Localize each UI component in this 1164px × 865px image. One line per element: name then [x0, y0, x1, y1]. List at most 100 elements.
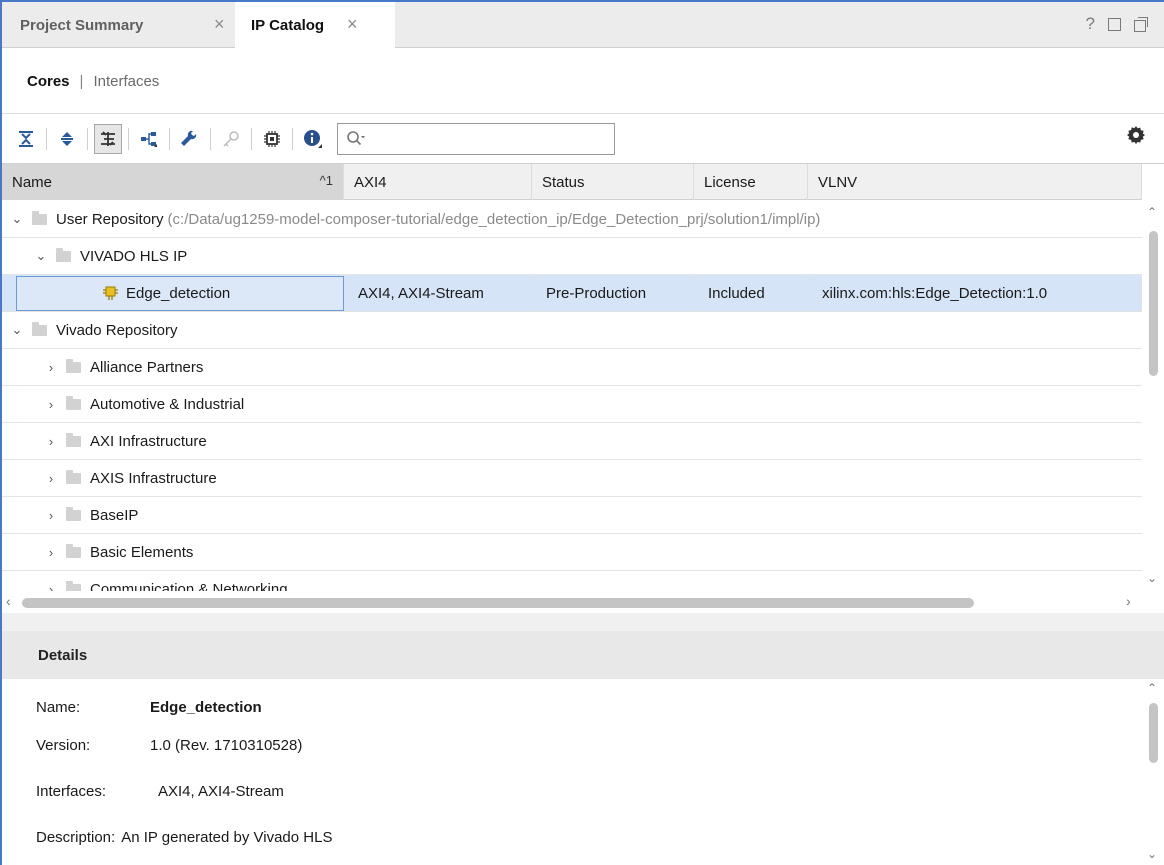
scroll-up-icon[interactable]: ⌃: [1147, 681, 1157, 695]
close-icon[interactable]: ×: [347, 14, 358, 35]
tab-ip-catalog-label: IP Catalog: [251, 17, 325, 34]
maximize-icon[interactable]: [1108, 17, 1121, 31]
detail-interfaces-value: AXI4, AXI4-Stream: [158, 783, 284, 800]
chevron-right-icon[interactable]: ›: [44, 508, 58, 523]
detail-name-label: Name:: [36, 699, 81, 716]
ip-status-value: Pre-Production: [546, 284, 647, 302]
tree-row-vivado-hls-ip[interactable]: ⌄ VIVADO HLS IP: [2, 238, 1142, 275]
toolbar-divider: [46, 127, 47, 150]
close-icon[interactable]: ×: [214, 14, 225, 35]
toolbar-divider: [87, 127, 88, 150]
toolbar: [2, 113, 1164, 163]
panel-divider[interactable]: [2, 613, 1164, 631]
gear-icon[interactable]: [1126, 125, 1146, 150]
collapse-all-icon[interactable]: [12, 124, 40, 154]
chevron-down-icon[interactable]: ⌄: [10, 211, 24, 227]
toolbar-divider: [210, 127, 211, 150]
tree-row-category[interactable]: › AXI Infrastructure: [2, 423, 1142, 460]
tree-row-category[interactable]: › AXIS Infrastructure: [2, 460, 1142, 497]
scroll-down-icon[interactable]: ⌄: [1147, 571, 1157, 585]
chevron-down-icon[interactable]: ⌄: [34, 248, 48, 264]
chevron-right-icon[interactable]: ›: [44, 434, 58, 449]
chevron-right-icon[interactable]: ›: [44, 545, 58, 560]
details-header: Details: [2, 631, 1164, 679]
ip-license-cell: Included: [694, 275, 808, 311]
search-field[interactable]: [372, 127, 608, 150]
toolbar-divider: [251, 127, 252, 150]
window-controls: ?: [1086, 14, 1148, 34]
user-repository-label: User Repository: [56, 210, 164, 228]
category-label: Alliance Partners: [90, 358, 204, 376]
vertical-scrollbar[interactable]: ⌃ ⌄: [1142, 201, 1164, 591]
horizontal-scrollbar[interactable]: ‹ ›: [2, 591, 1142, 613]
tree-row-user-repository[interactable]: ⌄ User Repository (c:/Data/ug1259-model-…: [2, 201, 1142, 238]
chevron-right-icon[interactable]: ›: [44, 582, 58, 592]
chip-icon[interactable]: [258, 124, 286, 154]
hierarchy-icon[interactable]: [135, 124, 163, 154]
folder-icon: [66, 506, 81, 521]
column-header-status[interactable]: Status: [532, 164, 694, 200]
category-label: Basic Elements: [90, 543, 194, 561]
scrollbar-thumb[interactable]: [22, 598, 974, 608]
chevron-down-icon[interactable]: ⌄: [10, 322, 24, 338]
tab-project-summary[interactable]: Project Summary ×: [2, 2, 235, 48]
scroll-left-icon[interactable]: ‹: [6, 593, 11, 609]
category-label: AXI Infrastructure: [90, 432, 207, 450]
detail-name-value: Edge_detection: [150, 699, 262, 716]
column-header-axi4[interactable]: AXI4: [344, 164, 532, 200]
column-header-name[interactable]: Name ^1: [2, 164, 344, 200]
wrench-icon[interactable]: [176, 124, 204, 154]
ip-name: Edge_detection: [126, 284, 231, 302]
column-header-axi4-label: AXI4: [354, 173, 387, 191]
category-label: BaseIP: [90, 506, 139, 524]
details-scrollbar[interactable]: ⌃ ⌄: [1142, 679, 1164, 865]
scrollbar-thumb[interactable]: [1149, 703, 1158, 763]
category-label: Automotive & Industrial: [90, 395, 245, 413]
help-icon[interactable]: ?: [1086, 14, 1095, 34]
restore-icon[interactable]: [1134, 17, 1148, 32]
scroll-down-icon[interactable]: ⌄: [1147, 847, 1157, 861]
chevron-right-icon[interactable]: ›: [44, 397, 58, 412]
scroll-right-icon[interactable]: ›: [1126, 593, 1131, 609]
detail-description-value: An IP generated by Vivado HLS: [121, 829, 333, 846]
tab-project-summary-label: Project Summary: [20, 16, 144, 34]
tree-row-vivado-repository[interactable]: ⌄ Vivado Repository: [2, 312, 1142, 349]
column-header-license[interactable]: License: [694, 164, 808, 200]
toolbar-divider: [292, 127, 293, 150]
category-label: Communication & Networking: [90, 580, 288, 592]
ip-tree-table: Name ^1 AXI4 Status License VLNV ⌄ User …: [2, 163, 1164, 613]
info-icon[interactable]: [299, 124, 327, 154]
tree-row-category[interactable]: › Alliance Partners: [2, 349, 1142, 386]
detail-interfaces-label: Interfaces:: [36, 783, 107, 800]
ip-core-icon: [103, 286, 118, 300]
category-label: AXIS Infrastructure: [90, 469, 217, 487]
search-input[interactable]: [337, 122, 615, 155]
tab-ip-catalog[interactable]: IP Catalog ×: [235, 2, 395, 49]
key-icon: [217, 124, 245, 154]
folder-icon: [66, 580, 81, 591]
tree-row-category[interactable]: › Communication & Networking: [2, 571, 1142, 591]
column-header-name-label: Name: [12, 173, 53, 191]
subtab-interfaces[interactable]: Interfaces: [93, 73, 159, 90]
chevron-right-icon[interactable]: ›: [44, 471, 58, 486]
filter-tree-icon[interactable]: [94, 123, 122, 154]
scroll-up-icon[interactable]: ⌃: [1147, 205, 1157, 219]
details-panel: Name: Edge_detection Version: 1.0 (Rev. …: [2, 679, 1164, 865]
expand-all-icon[interactable]: [53, 124, 81, 154]
view-switcher: Cores | Interfaces: [2, 49, 1164, 113]
ip-catalog-window: Project Summary × IP Catalog × ? Cores |…: [0, 0, 1164, 865]
ip-vlnv-cell: xilinx.com:hls:Edge_Detection:1.0: [808, 275, 1142, 311]
scrollbar-thumb[interactable]: [1149, 231, 1158, 376]
details-title: Details: [38, 646, 88, 664]
folder-icon: [66, 395, 81, 410]
column-header-vlnv[interactable]: VLNV: [808, 164, 1142, 200]
tree-row-category[interactable]: › BaseIP: [2, 497, 1142, 534]
tree-row-edge-detection[interactable]: Edge_detection AXI4, AXI4-Stream Pre-Pro…: [2, 275, 1142, 312]
ip-status-cell: Pre-Production: [532, 275, 694, 311]
chevron-right-icon[interactable]: ›: [44, 360, 58, 375]
tree-row-category[interactable]: › Automotive & Industrial: [2, 386, 1142, 423]
ip-interfaces-cell: AXI4, AXI4-Stream: [344, 275, 532, 311]
subtab-cores[interactable]: Cores: [27, 73, 70, 90]
detail-name-row: Name: Edge_detection: [36, 699, 262, 716]
tree-row-category[interactable]: › Basic Elements: [2, 534, 1142, 571]
